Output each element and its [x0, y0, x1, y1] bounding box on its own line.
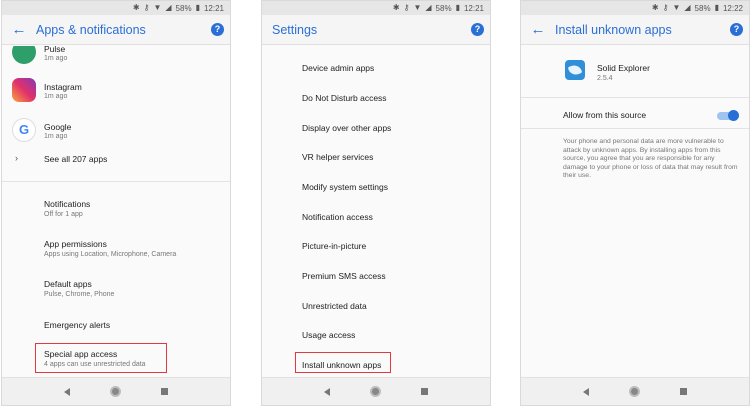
- bluetooth-icon: ✱: [392, 3, 400, 12]
- key-icon: ⚷: [403, 3, 410, 12]
- solid-explorer-app-icon: [565, 60, 585, 80]
- page-title: Apps & notifications: [36, 22, 146, 37]
- highlight-box: [295, 352, 391, 373]
- wifi-icon: ▼: [672, 3, 681, 12]
- clock: 12:21: [203, 3, 224, 13]
- app-last-used: 1m ago: [44, 55, 68, 62]
- setting-title: App permissions: [44, 239, 107, 249]
- nav-bar: [2, 377, 230, 405]
- menu-item[interactable]: VR helper services: [302, 152, 373, 162]
- menu-item[interactable]: Unrestricted data: [302, 301, 367, 311]
- wifi-icon: ▼: [153, 3, 162, 12]
- signal-icon: ◢: [684, 3, 691, 12]
- app-version: 2.5.4: [597, 75, 613, 82]
- battery-icon: ▮: [455, 3, 460, 12]
- leaf-shape: [567, 63, 583, 77]
- page-title: Install unknown apps: [555, 22, 672, 37]
- wifi-icon: ▼: [413, 3, 422, 12]
- nav-home-icon[interactable]: [629, 386, 640, 397]
- apps-list: Pulse 1m ago Instagram 1m ago G Google 1…: [2, 46, 230, 377]
- phone-apps-notifications: ✱ ⚷ ▼ ◢ 58% ▮ 12:21 ← Apps & notificatio…: [1, 0, 231, 406]
- divider: [521, 128, 749, 129]
- nav-back-icon[interactable]: [583, 387, 589, 396]
- nav-recents-icon[interactable]: [161, 388, 168, 395]
- bluetooth-icon: ✱: [132, 3, 140, 12]
- menu-item[interactable]: Premium SMS access: [302, 271, 386, 281]
- nav-bar: [521, 377, 749, 405]
- key-icon: ⚷: [662, 3, 669, 12]
- menu-item[interactable]: Do Not Disturb access: [302, 93, 387, 103]
- arrow-left-icon[interactable]: ←: [521, 15, 555, 45]
- app-name: Pulse: [44, 46, 66, 54]
- highlight-box: [35, 343, 167, 373]
- setting-title: Default apps: [44, 279, 92, 289]
- stage: ✱ ⚷ ▼ ◢ 58% ▮ 12:21 ← Apps & notificatio…: [0, 0, 751, 406]
- phone-special-access-settings: ✱ ⚷ ▼ ◢ 58% ▮ 12:21 Settings ? Device ad…: [261, 0, 491, 406]
- see-all-apps[interactable]: › See all 207 apps: [2, 144, 230, 172]
- pulse-app-icon: [12, 46, 36, 64]
- battery-percent: 58%: [175, 3, 192, 13]
- menu-item[interactable]: Device admin apps: [302, 63, 374, 73]
- battery-percent: 58%: [435, 3, 452, 13]
- bluetooth-icon: ✱: [651, 3, 659, 12]
- clock: 12:21: [463, 3, 484, 13]
- app-bar: ← Apps & notifications ?: [2, 15, 230, 45]
- status-bar: ✱ ⚷ ▼ ◢ 58% ▮ 12:21: [262, 1, 490, 15]
- question-icon[interactable]: ?: [471, 23, 484, 36]
- arrow-left-icon[interactable]: ←: [2, 15, 36, 45]
- menu-item[interactable]: Picture-in-picture: [302, 241, 366, 251]
- nav-home-icon[interactable]: [110, 386, 121, 397]
- menu-item[interactable]: Notification access: [302, 212, 373, 222]
- setting-subtitle: Apps using Location, Microphone, Camera: [44, 251, 177, 258]
- nav-home-icon[interactable]: [370, 386, 381, 397]
- nav-back-icon[interactable]: [64, 387, 70, 396]
- chevron-right-icon: ›: [15, 153, 18, 163]
- install-unknown-apps-content: Solid Explorer 2.5.4 Allow from this sou…: [521, 46, 749, 377]
- allow-label: Allow from this source: [563, 110, 647, 120]
- google-app-icon: G: [12, 118, 36, 142]
- divider: [521, 97, 749, 98]
- question-icon[interactable]: ?: [211, 23, 224, 36]
- nav-back-icon[interactable]: [324, 387, 330, 396]
- signal-icon: ◢: [425, 3, 432, 12]
- app-last-used: 1m ago: [44, 133, 68, 140]
- app-bar: Settings ?: [262, 15, 490, 45]
- battery-percent: 58%: [694, 3, 711, 13]
- warning-description: Your phone and personal data are more vu…: [563, 138, 738, 180]
- menu-item[interactable]: Modify system settings: [302, 182, 388, 192]
- nav-bar: [262, 377, 490, 405]
- allow-toggle[interactable]: [728, 110, 739, 121]
- setting-subtitle: Pulse, Chrome, Phone: [44, 291, 115, 298]
- status-bar: ✱ ⚷ ▼ ◢ 58% ▮ 12:21: [2, 1, 230, 15]
- key-icon: ⚷: [143, 3, 150, 12]
- list-item-pulse[interactable]: Pulse 1m ago: [2, 46, 230, 72]
- clock: 12:22: [722, 3, 743, 13]
- special-access-list: Device admin apps Do Not Disturb access …: [262, 46, 490, 377]
- list-item-instagram[interactable]: Instagram 1m ago: [2, 70, 230, 110]
- nav-recents-icon[interactable]: [421, 388, 428, 395]
- app-last-used: 1m ago: [44, 93, 68, 100]
- nav-recents-icon[interactable]: [680, 388, 687, 395]
- signal-icon: ◢: [165, 3, 172, 12]
- setting-subtitle: Off for 1 app: [44, 211, 83, 218]
- app-name: Solid Explorer: [597, 63, 650, 73]
- setting-title: Notifications: [44, 199, 91, 209]
- question-icon[interactable]: ?: [730, 23, 743, 36]
- app-bar: ← Install unknown apps ?: [521, 15, 749, 45]
- app-name: Instagram: [44, 82, 82, 92]
- battery-icon: ▮: [195, 3, 200, 12]
- battery-icon: ▮: [714, 3, 719, 12]
- menu-item[interactable]: Usage access: [302, 330, 355, 340]
- app-name: Google: [44, 122, 72, 132]
- divider: [2, 181, 230, 182]
- menu-item[interactable]: Display over other apps: [302, 123, 391, 133]
- setting-title: Emergency alerts: [44, 320, 111, 330]
- phone-install-unknown-apps: ✱ ⚷ ▼ ◢ 58% ▮ 12:22 ← Install unknown ap…: [520, 0, 750, 406]
- page-title: Settings: [272, 22, 318, 37]
- status-bar: ✱ ⚷ ▼ ◢ 58% ▮ 12:22: [521, 1, 749, 15]
- see-all-label: See all 207 apps: [44, 154, 108, 164]
- instagram-app-icon: [12, 78, 36, 102]
